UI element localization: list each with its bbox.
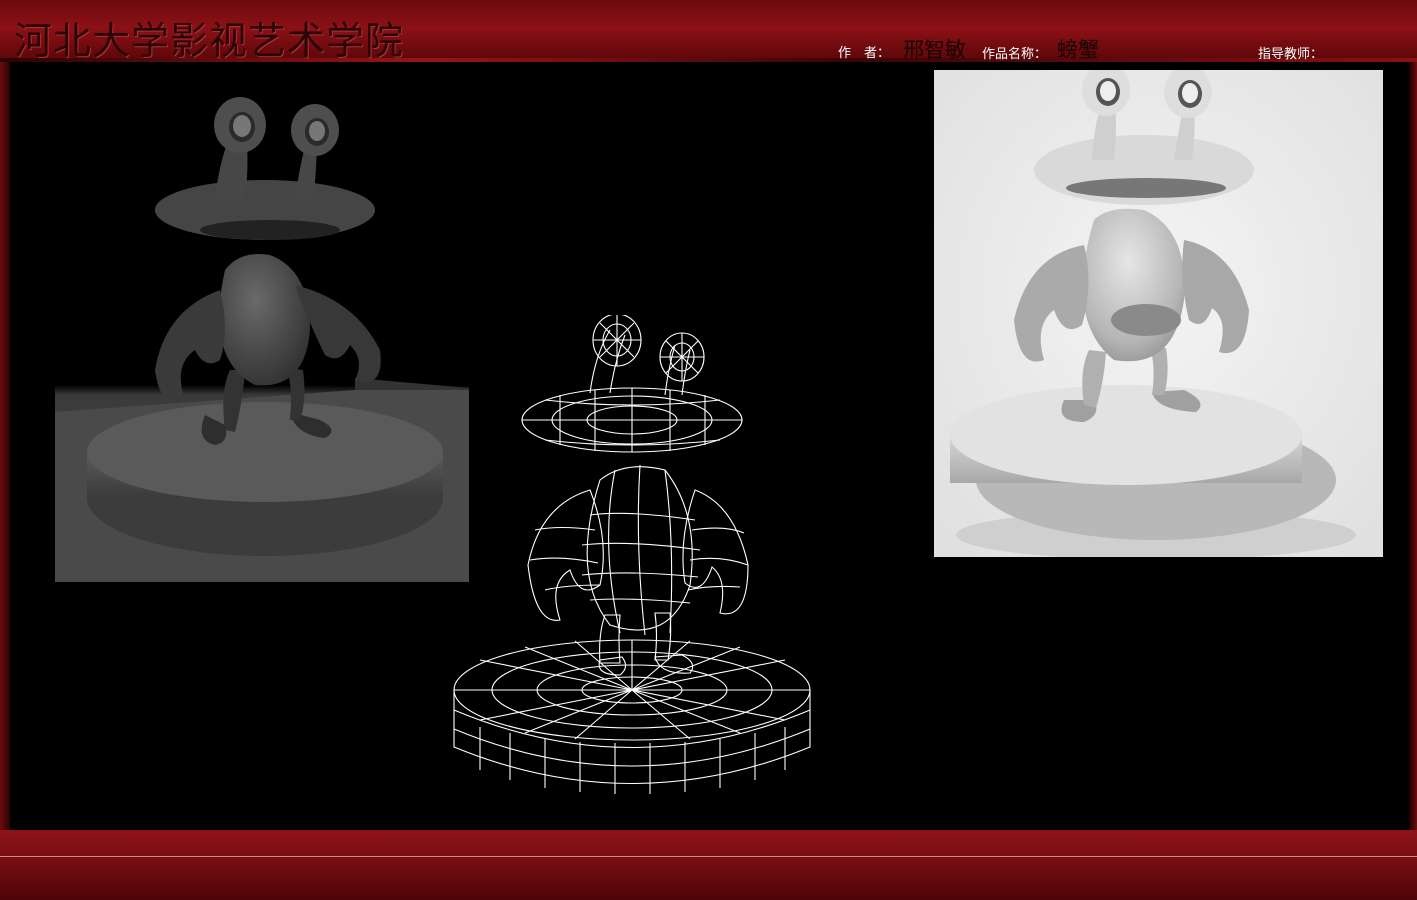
render-shaded-dark [55,90,469,582]
render-shaded-light [934,70,1383,557]
teacher-label: 指导教师： [1258,47,1324,62]
bottom-frame-band [0,830,1417,900]
render-wireframe [450,315,815,800]
wire-base [453,639,811,794]
bottom-divider-line [0,856,1417,857]
work-title: 螃蟹 [1057,38,1099,62]
left-frame-band [0,62,10,832]
school-title: 河北大学影视艺术学院 [14,19,405,63]
work-title-label: 作品名称： [982,47,1048,62]
wire-character [521,315,749,676]
right-frame-band [1409,62,1417,832]
author-label: 作 者： [838,46,891,61]
author-name: 邢智敏 [903,38,966,62]
